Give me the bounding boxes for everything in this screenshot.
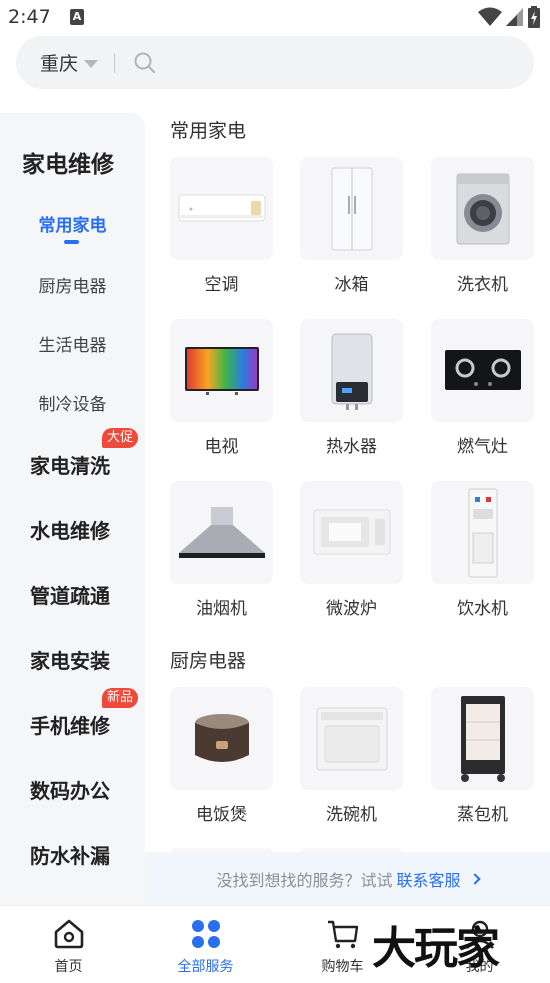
tile-label: 电视: [204, 437, 239, 457]
status-time: 2:47: [8, 6, 51, 28]
tile-label: 热水器: [326, 437, 377, 457]
microwave-icon: [313, 509, 390, 554]
signal-icon: [506, 8, 523, 26]
new-badge: 新品: [102, 688, 139, 708]
search-divider: [114, 52, 116, 73]
category-sidebar: 家电维修 常用家电 厨房电器 生活电器 制冷设备 家电清洗 大促 水电维修 管道…: [0, 113, 145, 905]
service-tile-television[interactable]: [170, 319, 273, 422]
tile-label: 电饭煲: [196, 805, 247, 825]
nav-item-all-services[interactable]: 全部服务: [137, 906, 274, 983]
service-tile-air-conditioner[interactable]: [170, 157, 273, 260]
contact-service-bar[interactable]: 没找到想找的服务？试试 联系客服: [145, 852, 550, 905]
sidebar-item-digital-office[interactable]: 数码办公: [30, 775, 110, 804]
sidebar-item-phone-repair[interactable]: 手机维修: [30, 710, 110, 739]
sidebar-title[interactable]: 家电维修: [22, 145, 114, 179]
rice-cooker-icon: [194, 713, 249, 762]
notification-a-icon: A: [70, 9, 84, 25]
range-hood-icon: [178, 506, 265, 558]
sidebar-item-pipe-unclogging[interactable]: 管道疏通: [30, 580, 110, 609]
bun-steamer-icon: [460, 695, 505, 782]
sidebar-item-appliance-cleaning[interactable]: 家电清洗: [30, 450, 110, 479]
sidebar-subitem-kitchen[interactable]: 厨房电器: [0, 272, 145, 297]
water-heater-icon: [331, 333, 372, 410]
sidebar-item-waterproofing[interactable]: 防水补漏: [30, 840, 110, 869]
watermark-logo: 大玩家: [372, 923, 500, 974]
gas-stove-icon: [444, 349, 521, 390]
tile-label: 洗衣机: [457, 275, 508, 295]
service-tile-bun-steamer[interactable]: [431, 687, 534, 790]
tile-label: 蒸包机: [457, 805, 508, 825]
nav-label: 首页: [54, 959, 83, 975]
section-title-common: 常用家电: [170, 120, 247, 142]
sidebar-item-plumbing-electrical[interactable]: 水电维修: [30, 515, 110, 544]
service-tile-microwave[interactable]: [300, 481, 403, 584]
tile-label: 饮水机: [457, 599, 508, 619]
sidebar-subitem-common[interactable]: 常用家电: [0, 211, 145, 236]
air-conditioner-icon: [178, 194, 265, 221]
tile-label: 燃气灶: [457, 437, 508, 457]
caret-down-icon[interactable]: [84, 59, 99, 68]
chevron-right-icon[interactable]: [468, 872, 481, 885]
sidebar-subitem-living[interactable]: 生活电器: [0, 331, 145, 356]
service-tile-dishwasher[interactable]: [300, 687, 403, 790]
wifi-icon: [478, 7, 502, 26]
tile-label: 空调: [204, 275, 239, 295]
service-tile-range-hood[interactable]: [170, 481, 273, 584]
battery-icon: [528, 6, 540, 28]
television-icon: [184, 346, 259, 395]
water-dispenser-icon: [468, 488, 497, 577]
service-tile-water-dispenser[interactable]: [431, 481, 534, 584]
refrigerator-icon: [331, 167, 372, 250]
active-indicator: [64, 240, 79, 244]
contact-service-link[interactable]: 联系客服: [397, 867, 461, 891]
service-tile-water-heater[interactable]: [300, 319, 403, 422]
all-services-icon[interactable]: [189, 917, 223, 951]
tile-label: 冰箱: [334, 275, 369, 295]
city-selector[interactable]: 重庆: [40, 49, 78, 76]
cart-icon[interactable]: [326, 917, 360, 951]
sidebar-subitem-cooling[interactable]: 制冷设备: [0, 390, 145, 415]
dishwasher-icon: [316, 707, 387, 770]
nav-item-home[interactable]: 首页: [0, 906, 137, 983]
home-icon[interactable]: [52, 917, 86, 951]
search-icon[interactable]: [133, 51, 157, 75]
nav-label: 全部服务: [177, 959, 234, 975]
sidebar-item-appliance-install[interactable]: 家电安装: [30, 645, 110, 674]
service-tile-gas-stove[interactable]: [431, 319, 534, 422]
tile-label: 油烟机: [196, 599, 247, 619]
help-text: 没找到想找的服务？试试: [216, 870, 393, 890]
service-tile-washing-machine[interactable]: [431, 157, 534, 260]
status-icons: [478, 6, 540, 28]
tile-label: 微波炉: [326, 599, 377, 619]
search-bar[interactable]: 重庆: [16, 36, 534, 89]
section-title-kitchen: 厨房电器: [170, 650, 247, 672]
service-tile-refrigerator[interactable]: [300, 157, 403, 260]
promo-badge: 大促: [102, 428, 139, 448]
washing-machine-icon: [456, 173, 509, 244]
service-tile-rice-cooker[interactable]: [170, 687, 273, 790]
tile-label: 洗碗机: [326, 805, 377, 825]
status-bar: 2:47 A: [0, 0, 550, 36]
